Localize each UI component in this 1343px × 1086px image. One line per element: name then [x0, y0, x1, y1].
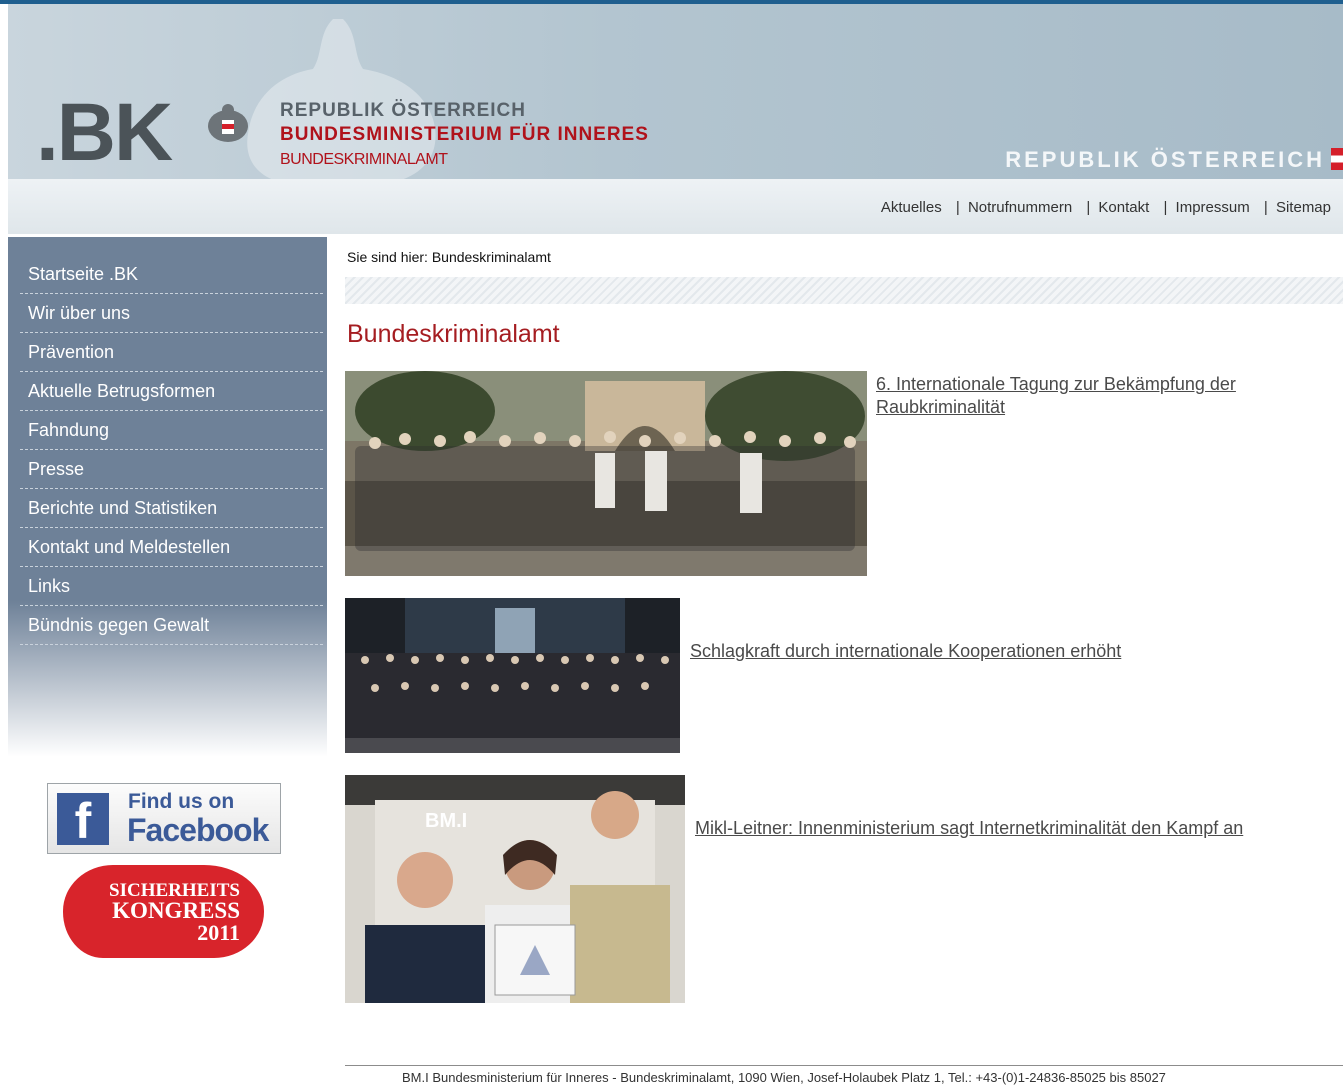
sidebar-item-praevention[interactable]: Prävention: [20, 333, 323, 372]
sidebar-item-presse[interactable]: Presse: [20, 450, 323, 489]
footer-address: BM.I Bundesministerium für Inneres - Bun…: [402, 1070, 1166, 1085]
sidebar-item-berichte[interactable]: Berichte und Statistiken: [20, 489, 323, 528]
article-3-photo[interactable]: BM.I: [345, 775, 685, 1003]
sidebar-item-startseite[interactable]: Startseite .BK: [20, 255, 323, 294]
republic-wordmark: REPUBLIK ÖSTERREICH: [1005, 147, 1325, 172]
footer-divider: [345, 1065, 1343, 1066]
kongress-line3: 2011: [197, 920, 240, 945]
article-1-link[interactable]: 6. Internationale Tagung zur Bekämpfung …: [876, 373, 1236, 419]
hatched-divider: [345, 277, 1343, 304]
sidebar-item-betrugsformen[interactable]: Aktuelle Betrugsformen: [20, 372, 323, 411]
nav-separator: |: [1263, 199, 1268, 216]
site-header: .BK REPUBLIK ÖSTERREICH BUNDESMINISTERIU…: [8, 4, 1343, 179]
page-title: Bundeskriminalamt: [347, 320, 560, 348]
facebook-badge[interactable]: f Find us on Facebook: [47, 783, 281, 854]
nav-notrufnummern[interactable]: Notrufnummern: [968, 199, 1072, 216]
austrian-flag-icon: [1331, 148, 1343, 170]
nav-impressum[interactable]: Impressum: [1176, 199, 1250, 216]
nav-separator: |: [1163, 199, 1168, 216]
nav-kontakt[interactable]: Kontakt: [1098, 199, 1149, 216]
article-1-link-line1[interactable]: 6. Internationale Tagung zur Bekämpfung …: [876, 374, 1236, 394]
ministry-line-bmi: BUNDESMINISTERIUM FÜR INNERES: [280, 124, 649, 145]
bk-logo[interactable]: .BK: [36, 92, 173, 174]
nav-separator: |: [955, 199, 960, 216]
article-3-photo-sign: BM.I: [425, 810, 467, 832]
top-navigation-bar: Aktuelles | Notrufnummern | Kontakt | Im…: [8, 179, 1343, 234]
facebook-icon: f: [57, 793, 109, 849]
sidebar-item-wir-ueber-uns[interactable]: Wir über uns: [20, 294, 323, 333]
article-1-photo[interactable]: [345, 371, 867, 576]
article-2-photo[interactable]: [345, 598, 680, 753]
sidebar-menu: Startseite .BK Wir über uns Prävention A…: [8, 237, 327, 757]
facebook-badge-line2: Facebook: [127, 812, 269, 848]
sidebar-item-links[interactable]: Links: [20, 567, 323, 606]
ministry-line-bk: BUNDESKRIMINALAMT: [280, 151, 448, 168]
nav-sitemap[interactable]: Sitemap: [1276, 199, 1331, 216]
sidebar-item-kontakt-meldestellen[interactable]: Kontakt und Meldestellen: [20, 528, 323, 567]
sidebar-item-fahndung[interactable]: Fahndung: [20, 411, 323, 450]
facebook-badge-line1: Find us on: [128, 790, 235, 813]
article-3-link[interactable]: Mikl-Leitner: Innenministerium sagt Inte…: [695, 818, 1243, 839]
nav-separator: |: [1086, 199, 1091, 216]
nav-aktuelles[interactable]: Aktuelles: [881, 199, 942, 216]
top-nav: Aktuelles | Notrufnummern | Kontakt | Im…: [881, 199, 1331, 216]
breadcrumb: Sie sind hier: Bundeskriminalamt: [347, 249, 551, 265]
austrian-eagle-icon: [208, 104, 248, 142]
sidebar-item-buendnis-gegen-gewalt[interactable]: Bündnis gegen Gewalt: [20, 606, 323, 645]
sicherheitskongress-badge[interactable]: SICHERHEITS KONGRESS 2011: [63, 865, 264, 958]
article-1-link-line2[interactable]: Raubkriminalität: [876, 397, 1005, 417]
ministry-line-republic: REPUBLIK ÖSTERREICH: [280, 100, 526, 121]
article-2-link[interactable]: Schlagkraft durch internationale Koopera…: [690, 641, 1121, 662]
